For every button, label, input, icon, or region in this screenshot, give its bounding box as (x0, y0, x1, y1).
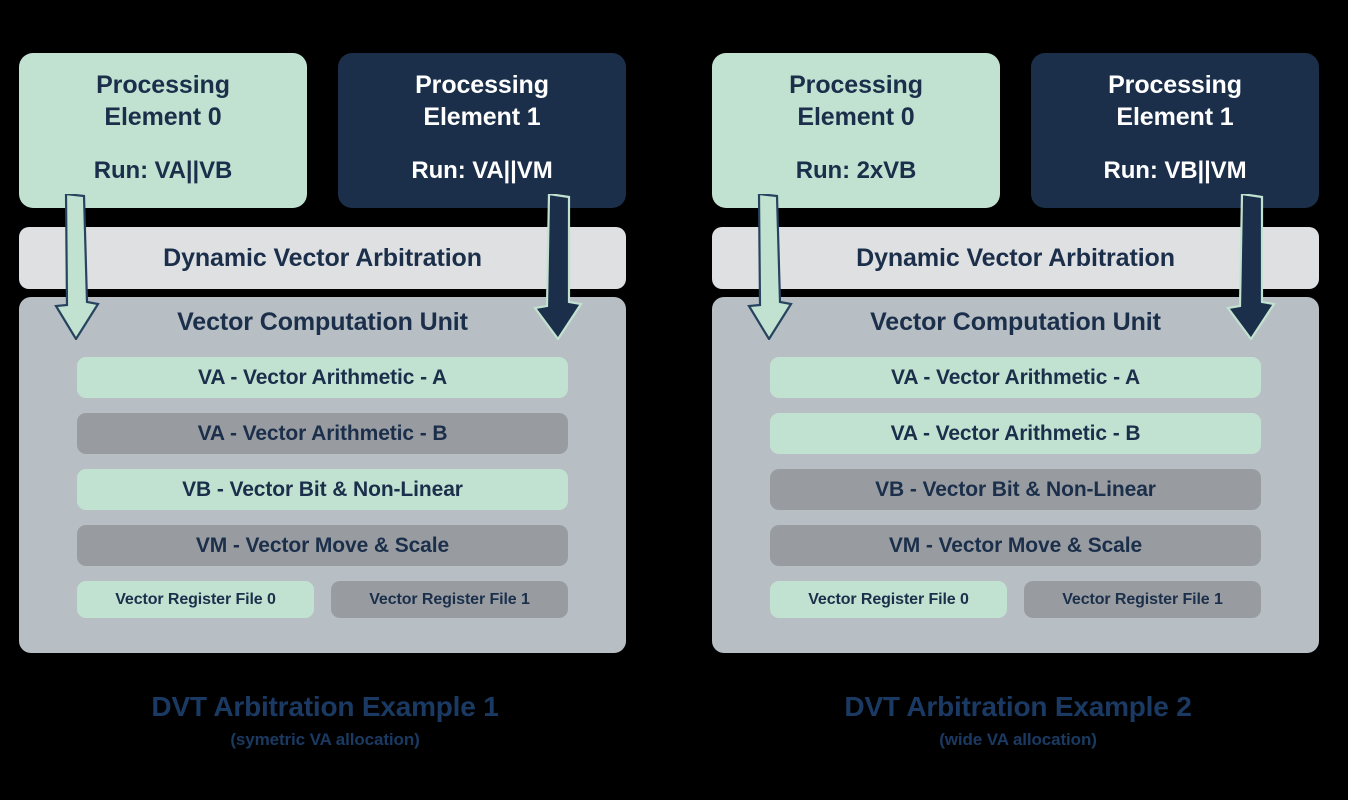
processing-element-1-title: Processing Element 1 (1108, 69, 1242, 133)
vector-unit-va-a: VA - Vector Arithmetic - A (77, 357, 568, 398)
processing-element-1: Processing Element 1 Run: VB||VM (1031, 53, 1319, 208)
vector-unit-vb: VB - Vector Bit & Non-Linear (77, 469, 568, 510)
panel-example-1: Processing Element 0 Run: VA||VB Process… (0, 0, 650, 800)
processing-element-0: Processing Element 0 Run: VA||VB (19, 53, 307, 208)
vector-register-file-0: Vector Register File 0 (77, 581, 314, 618)
processing-element-1-run: Run: VB||VM (1103, 157, 1247, 184)
processing-element-1-title: Processing Element 1 (415, 69, 549, 133)
vector-unit-vm: VM - Vector Move & Scale (770, 525, 1261, 566)
vector-unit-va-a: VA - Vector Arithmetic - A (770, 357, 1261, 398)
caption-example-2-subtitle: (wide VA allocation) (939, 730, 1097, 749)
vector-unit-vb: VB - Vector Bit & Non-Linear (770, 469, 1261, 510)
caption-example-1: DVT Arbitration Example 1 (symetric VA a… (0, 691, 650, 750)
pe0-title-line1: Processing (789, 71, 923, 99)
caption-example-1-title: DVT Arbitration Example 1 (151, 691, 499, 722)
panel-example-2: Processing Element 0 Run: 2xVB Processin… (693, 0, 1343, 800)
caption-example-2: DVT Arbitration Example 2 (wide VA alloc… (693, 691, 1343, 750)
vector-unit-va-b: VA - Vector Arithmetic - B (770, 413, 1261, 454)
vector-computation-unit-title: Vector Computation Unit (177, 308, 468, 336)
processing-element-1-run: Run: VA||VM (411, 157, 553, 184)
processing-element-0-title: Processing Element 0 (789, 69, 923, 133)
vector-register-file-0: Vector Register File 0 (770, 581, 1007, 618)
pe1-title-line2: Element 1 (423, 103, 541, 131)
vector-register-file-1: Vector Register File 1 (1024, 581, 1261, 618)
processing-element-0-run: Run: VA||VB (93, 157, 233, 184)
processing-element-0: Processing Element 0 Run: 2xVB (712, 53, 1000, 208)
processing-element-0-title: Processing Element 0 (96, 69, 230, 133)
pe0-title-line2: Element 0 (797, 103, 915, 131)
vector-computation-unit-title: Vector Computation Unit (870, 308, 1161, 336)
vector-unit-va-b: VA - Vector Arithmetic - B (77, 413, 568, 454)
processing-element-0-run: Run: 2xVB (795, 157, 917, 184)
pe1-title-line1: Processing (415, 71, 549, 99)
vector-computation-unit: Vector Computation Unit VA - Vector Arit… (19, 297, 626, 653)
vector-register-file-1: Vector Register File 1 (331, 581, 568, 618)
pe1-title-line2: Element 1 (1116, 103, 1234, 131)
dynamic-vector-arbitration-bar: Dynamic Vector Arbitration (19, 227, 626, 289)
diagram-stage: Processing Element 0 Run: VA||VB Process… (0, 0, 1348, 800)
pe0-title-line2: Element 0 (104, 103, 222, 131)
vector-register-file-list: Vector Register File 0 Vector Register F… (770, 581, 1261, 618)
caption-example-1-subtitle: (symetric VA allocation) (230, 730, 420, 749)
dynamic-vector-arbitration-bar: Dynamic Vector Arbitration (712, 227, 1319, 289)
vector-unit-vm: VM - Vector Move & Scale (77, 525, 568, 566)
vector-unit-list: VA - Vector Arithmetic - A VA - Vector A… (770, 357, 1261, 581)
vector-register-file-list: Vector Register File 0 Vector Register F… (77, 581, 568, 618)
pe0-title-line1: Processing (96, 71, 230, 99)
vector-unit-list: VA - Vector Arithmetic - A VA - Vector A… (77, 357, 568, 581)
processing-element-1: Processing Element 1 Run: VA||VM (338, 53, 626, 208)
caption-example-2-title: DVT Arbitration Example 2 (844, 691, 1192, 722)
pe1-title-line1: Processing (1108, 71, 1242, 99)
vector-computation-unit: Vector Computation Unit VA - Vector Arit… (712, 297, 1319, 653)
